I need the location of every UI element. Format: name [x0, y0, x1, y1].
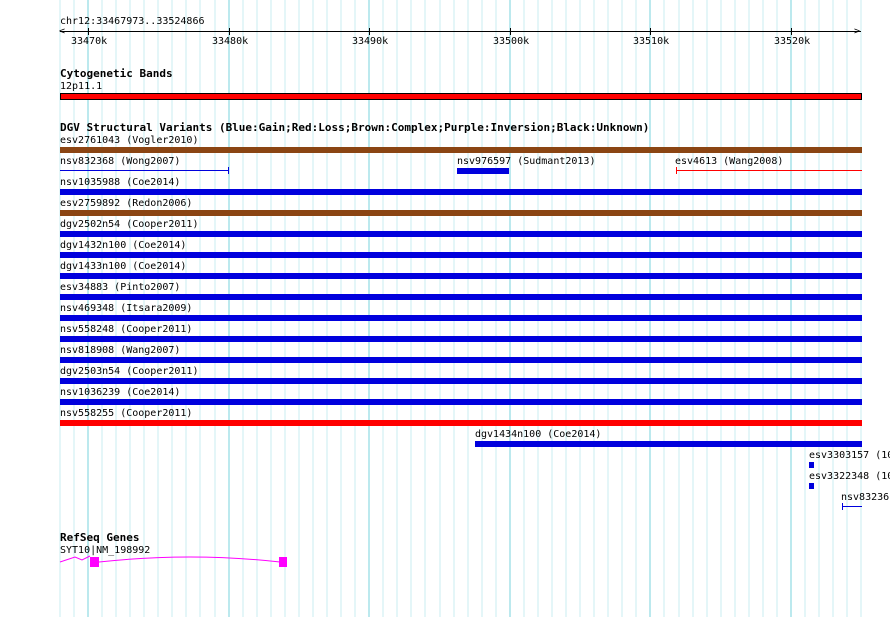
variant-label: nsv83236: [841, 492, 890, 503]
refseq-track-title: RefSeq Genes: [60, 531, 140, 544]
variant-label: nsv1036239 (Coe2014): [60, 387, 181, 398]
variant-bar[interactable]: [842, 506, 862, 507]
variant-label: esv3303157 (10: [809, 450, 890, 461]
variant-bar[interactable]: [60, 357, 862, 363]
dgv-track-title: DGV Structural Variants (Blue:Gain;Red:L…: [60, 121, 650, 134]
variant-bar[interactable]: [60, 147, 862, 153]
ruler-right-arrow[interactable]: >: [854, 26, 860, 37]
variant-bar[interactable]: [60, 231, 862, 237]
variant-bar[interactable]: [676, 170, 862, 171]
variant-label: nsv832368 (Wong2007): [60, 156, 181, 167]
variant-label: nsv818908 (Wang2007): [60, 345, 181, 356]
genome-browser-view: chr12:33467973..33524866 < > 33470k 3348…: [0, 0, 890, 617]
variant-label: nsv558255 (Cooper2011): [60, 408, 193, 419]
variant-label: nsv558248 (Cooper2011): [60, 324, 193, 335]
variant-label: dgv1433n100 (Coe2014): [60, 261, 187, 272]
cytoband-label: 12p11.1: [60, 81, 103, 92]
variant-label: esv2761043 (Vogler2010): [60, 135, 199, 146]
variant-bar[interactable]: [60, 189, 862, 195]
gene-label: SYT10|NM_198992: [60, 545, 151, 556]
variant-label: nsv976597 (Sudmant2013): [457, 156, 596, 167]
variant-bar[interactable]: [457, 168, 509, 174]
variant-bar[interactable]: [60, 399, 862, 405]
cytoband-bar[interactable]: [60, 93, 862, 100]
variant-bar[interactable]: [809, 462, 814, 468]
ruler-tick-label: 33480k: [212, 36, 249, 47]
ruler-tick: [791, 28, 792, 35]
variant-bar[interactable]: [60, 252, 862, 258]
variant-bar[interactable]: [60, 336, 862, 342]
ruler-tick-label: 33520k: [774, 36, 811, 47]
variant-bar[interactable]: [60, 420, 862, 426]
ruler-tick: [369, 28, 370, 35]
variant-label: esv4613 (Wang2008): [675, 156, 784, 167]
variant-bar[interactable]: [60, 273, 862, 279]
variant-bar[interactable]: [475, 441, 862, 447]
variant-label: dgv2503n54 (Cooper2011): [60, 366, 199, 377]
variant-label: esv34883 (Pinto2007): [60, 282, 181, 293]
variant-bar[interactable]: [60, 170, 228, 171]
variant-label: esv2759892 (Redon2006): [60, 198, 193, 209]
ruler-tick: [229, 28, 230, 35]
variant-bar-end: [228, 167, 229, 174]
ruler-tick-label: 33470k: [71, 36, 108, 47]
variant-bar[interactable]: [60, 294, 862, 300]
variant-label: nsv469348 (Itsara2009): [60, 303, 193, 314]
variant-label: esv3322348 (10: [809, 471, 890, 482]
variant-label: dgv1432n100 (Coe2014): [60, 240, 187, 251]
variant-bar[interactable]: [60, 378, 862, 384]
variant-label: dgv1434n100 (Coe2014): [475, 429, 602, 440]
ruler-tick-label: 33500k: [493, 36, 530, 47]
cytoband-track-title: Cytogenetic Bands: [60, 67, 173, 80]
ruler-axis: [60, 31, 861, 32]
ruler-tick: [650, 28, 651, 35]
ruler-tick: [88, 28, 89, 35]
variant-label: nsv1035988 (Coe2014): [60, 177, 181, 188]
ruler-tick: [510, 28, 511, 35]
variant-bar[interactable]: [809, 483, 814, 489]
ruler-left-arrow[interactable]: <: [59, 26, 65, 37]
variant-bar[interactable]: [60, 315, 862, 321]
location-label: chr12:33467973..33524866: [60, 16, 205, 27]
ruler-tick-label: 33490k: [352, 36, 389, 47]
variant-bar[interactable]: [60, 210, 862, 216]
ruler-tick-label: 33510k: [633, 36, 670, 47]
variant-label: dgv2502n54 (Cooper2011): [60, 219, 199, 230]
